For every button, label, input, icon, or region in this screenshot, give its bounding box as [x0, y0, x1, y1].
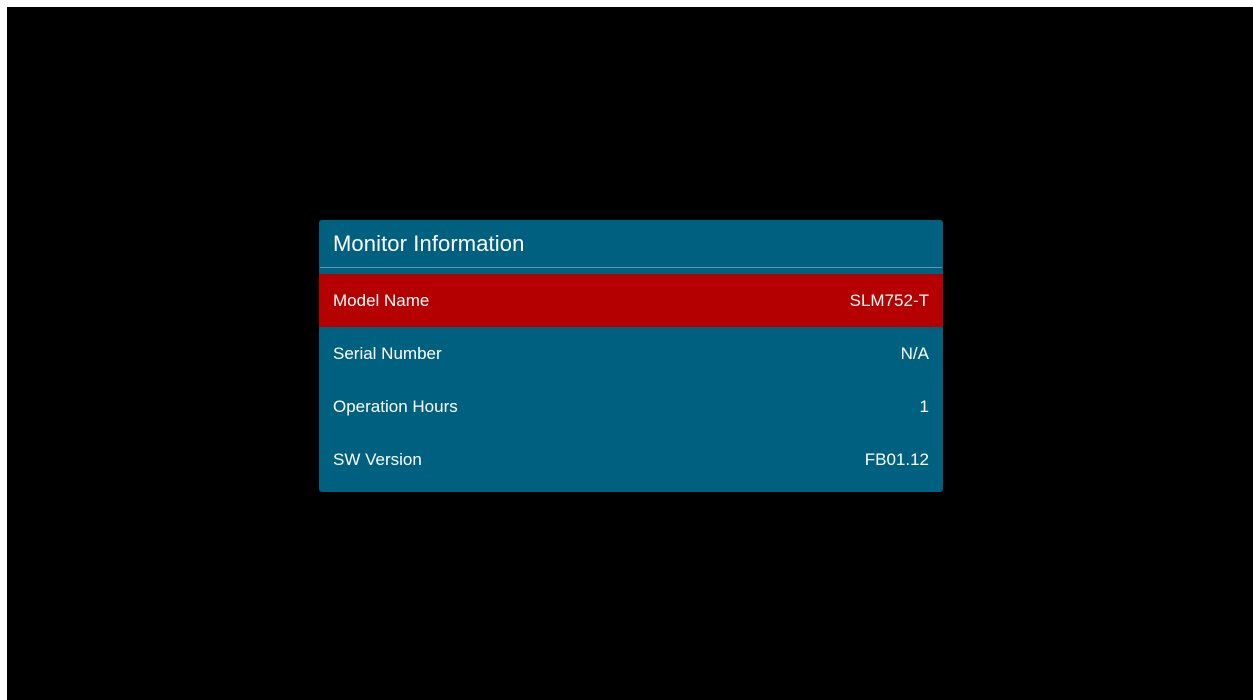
row-operation-hours[interactable]: Operation Hours 1 — [319, 380, 943, 433]
panel-title: Monitor Information — [333, 230, 525, 256]
row-serial-number[interactable]: Serial Number N/A — [319, 327, 943, 380]
monitor-information-panel: Monitor Information Model Name SLM752-T … — [319, 220, 943, 492]
row-label: SW Version — [333, 449, 422, 469]
row-value: 1 — [919, 396, 929, 416]
row-label: Serial Number — [333, 343, 442, 363]
row-value: N/A — [900, 343, 929, 363]
row-value: SLM752-T — [849, 290, 929, 310]
info-list: Model Name SLM752-T Serial Number N/A Op… — [319, 274, 943, 486]
panel-header: Monitor Information — [319, 220, 943, 267]
row-sw-version[interactable]: SW Version FB01.12 — [319, 433, 943, 486]
screen: Monitor Information Model Name SLM752-T … — [7, 7, 1253, 700]
row-label: Model Name — [333, 290, 430, 310]
row-value: FB01.12 — [864, 449, 929, 469]
header-divider — [320, 267, 942, 268]
row-model-name[interactable]: Model Name SLM752-T — [319, 274, 943, 327]
row-label: Operation Hours — [333, 396, 458, 416]
